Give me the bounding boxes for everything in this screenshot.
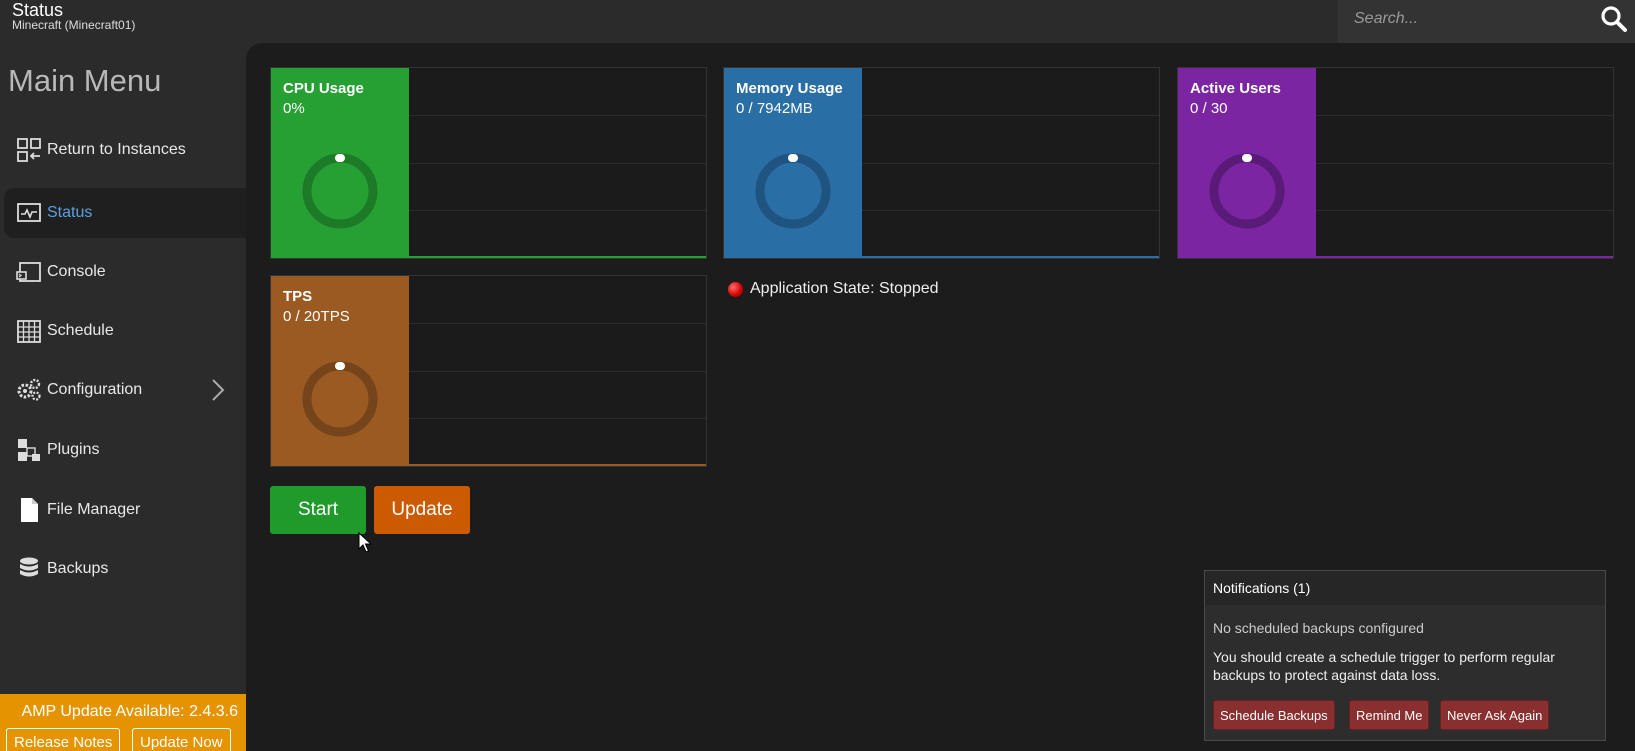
gauge-ring	[1209, 153, 1285, 229]
notification-title: No scheduled backups configured	[1213, 620, 1424, 636]
metric-value: 0 / 20TPS	[283, 308, 350, 325]
update-now-button[interactable]: Update Now	[132, 728, 231, 751]
update-button[interactable]: Update	[374, 486, 470, 534]
tps-card: TPS 0 / 20TPS	[270, 275, 707, 467]
sidebar-item-label: Configuration	[47, 381, 143, 398]
update-available-text: AMP Update Available: 2.4.3.6	[21, 703, 238, 720]
gauge-track	[755, 153, 831, 229]
memory-usage-card: Memory Usage 0 / 7942MB	[723, 67, 1160, 259]
sidebar-item-return-to-instances[interactable]: Return to Instances	[4, 125, 246, 175]
top-bar: Status Minecraft (Minecraft01)	[0, 0, 1635, 43]
metric-baseline	[1316, 256, 1613, 258]
page-subtitle: Minecraft (Minecraft01)	[12, 18, 136, 32]
grid-line	[409, 371, 706, 372]
sidebar-item-console[interactable]: Console	[4, 247, 246, 297]
chevron-right-icon	[212, 379, 225, 401]
gauge-track	[1209, 153, 1285, 229]
metric-name: TPS	[283, 288, 313, 305]
metric-value: 0 / 30	[1190, 100, 1228, 117]
sidebar: Main Menu Return to Instances Status Con…	[0, 43, 246, 751]
instances-icon	[17, 138, 41, 162]
sidebar-item-label: Schedule	[47, 322, 114, 339]
grid-line	[409, 115, 706, 116]
metric-name: Memory Usage	[736, 80, 843, 97]
main-menu-title: Main Menu	[8, 63, 162, 98]
schedule-backups-button[interactable]: Schedule Backups	[1213, 700, 1335, 730]
notification-header: Notifications (1)	[1205, 571, 1605, 605]
search-box	[1338, 0, 1635, 43]
update-banner: AMP Update Available: 2.4.3.6 Release No…	[0, 694, 246, 751]
gauge-knob	[788, 154, 798, 162]
gauge-track	[302, 153, 378, 229]
gauge-track	[302, 361, 378, 437]
sidebar-item-configuration[interactable]: Configuration	[4, 365, 246, 415]
sidebar-item-plugins[interactable]: Plugins	[4, 425, 246, 475]
active-users-card: Active Users 0 / 30	[1177, 67, 1614, 259]
status-icon	[17, 203, 41, 222]
sidebar-item-schedule[interactable]: Schedule	[4, 306, 246, 356]
remind-me-button[interactable]: Remind Me	[1349, 700, 1430, 730]
never-ask-again-button[interactable]: Never Ask Again	[1440, 700, 1550, 730]
gauge-ring	[302, 361, 378, 437]
application-state-text: Application State: Stopped	[750, 280, 939, 297]
sidebar-item-label: Status	[47, 204, 93, 221]
gauge-ring	[755, 153, 831, 229]
metric-baseline	[862, 256, 1159, 258]
metric-baseline	[409, 464, 706, 466]
schedule-icon	[17, 320, 41, 343]
cpu-usage-card: CPU Usage 0%	[270, 67, 707, 259]
metric-name: Active Users	[1190, 80, 1281, 97]
gauge-knob	[335, 154, 345, 162]
grid-line	[1316, 163, 1613, 164]
sidebar-item-label: Return to Instances	[47, 141, 186, 158]
application-state: Application State: Stopped	[728, 280, 939, 298]
grid-line	[862, 115, 1159, 116]
sidebar-item-backups[interactable]: Backups	[4, 544, 246, 594]
gauge-ring	[302, 153, 378, 229]
metric-baseline	[409, 256, 706, 258]
metric-value: 0 / 7942MB	[736, 100, 813, 117]
status-dot-icon	[728, 281, 743, 297]
grid-line	[862, 163, 1159, 164]
mouse-cursor-icon	[358, 532, 372, 553]
start-button[interactable]: Start	[270, 486, 366, 534]
sidebar-item-status[interactable]: Status	[4, 188, 246, 238]
notification-body: You should create a schedule trigger to …	[1213, 649, 1555, 683]
sidebar-item-label: Plugins	[47, 441, 100, 458]
notification-panel: Notifications (1) No scheduled backups c…	[1204, 570, 1606, 741]
search-input[interactable]	[1338, 0, 1588, 38]
grid-line	[409, 210, 706, 211]
file-icon	[21, 498, 38, 522]
gauge-knob	[1242, 154, 1252, 162]
release-notes-button[interactable]: Release Notes	[6, 728, 121, 751]
grid-line	[409, 163, 706, 164]
sidebar-item-label: Console	[47, 263, 106, 280]
sidebar-item-label: File Manager	[47, 501, 141, 518]
sidebar-item-label: Backups	[47, 560, 109, 577]
console-icon	[16, 262, 41, 282]
gauge-knob	[335, 362, 345, 370]
grid-line	[1316, 115, 1613, 116]
grid-line	[1316, 210, 1613, 211]
grid-line	[409, 323, 706, 324]
metric-name: CPU Usage	[283, 80, 364, 97]
database-icon	[20, 557, 38, 577]
plugins-icon	[18, 439, 40, 461]
metric-value: 0%	[283, 100, 305, 117]
search-icon[interactable]	[1600, 5, 1628, 33]
grid-line	[409, 418, 706, 419]
grid-line	[862, 210, 1159, 211]
sidebar-item-file-manager[interactable]: File Manager	[4, 485, 246, 535]
gears-icon	[17, 378, 41, 401]
